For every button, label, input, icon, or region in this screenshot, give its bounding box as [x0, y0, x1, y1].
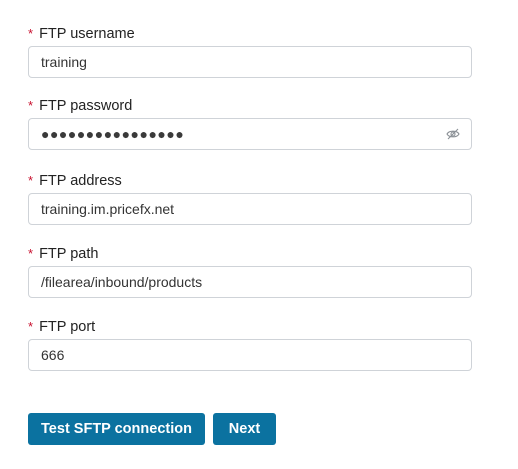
test-sftp-connection-button[interactable]: Test SFTP connection — [28, 413, 205, 445]
ftp-port-input-box — [28, 339, 472, 371]
ftp-address-input[interactable] — [29, 194, 421, 224]
required-marker: * — [28, 318, 34, 334]
ftp-password-input[interactable]: ●●●●●●●●●●●●●●●● — [28, 118, 472, 150]
ftp-address-label-row: * FTP address — [28, 171, 472, 191]
ftp-username-label: FTP username — [39, 26, 135, 42]
ftp-port-label-row: * FTP port — [28, 317, 472, 337]
ftp-port-field-group: * FTP port — [28, 317, 472, 371]
ftp-password-label: FTP password — [39, 98, 133, 114]
required-marker: * — [28, 245, 34, 261]
ftp-address-label: FTP address — [39, 173, 122, 189]
ftp-username-field-group: * FTP username — [28, 24, 472, 78]
ftp-username-label-row: * FTP username — [28, 24, 472, 44]
ftp-password-label-row: * FTP password — [28, 96, 472, 116]
ftp-port-input[interactable] — [29, 340, 421, 370]
ftp-username-input[interactable] — [29, 47, 421, 77]
required-marker: * — [28, 172, 34, 188]
ftp-path-label-row: * FTP path — [28, 244, 472, 264]
ftp-port-label: FTP port — [39, 319, 96, 335]
eye-slash-icon[interactable] — [446, 127, 460, 141]
ftp-password-field-group: * FTP password ●●●●●●●●●●●●●●●● — [28, 96, 472, 150]
ftp-password-masked-value: ●●●●●●●●●●●●●●●● — [41, 126, 185, 142]
ftp-address-input-box — [28, 193, 472, 225]
required-marker: * — [28, 97, 34, 113]
ftp-path-field-group: * FTP path — [28, 244, 472, 298]
required-marker: * — [28, 25, 34, 41]
ftp-path-label: FTP path — [39, 246, 99, 262]
next-button[interactable]: Next — [213, 413, 276, 445]
ftp-username-input-box — [28, 46, 472, 78]
ftp-address-field-group: * FTP address — [28, 171, 472, 225]
ftp-path-input[interactable] — [29, 267, 421, 297]
ftp-path-input-box — [28, 266, 472, 298]
